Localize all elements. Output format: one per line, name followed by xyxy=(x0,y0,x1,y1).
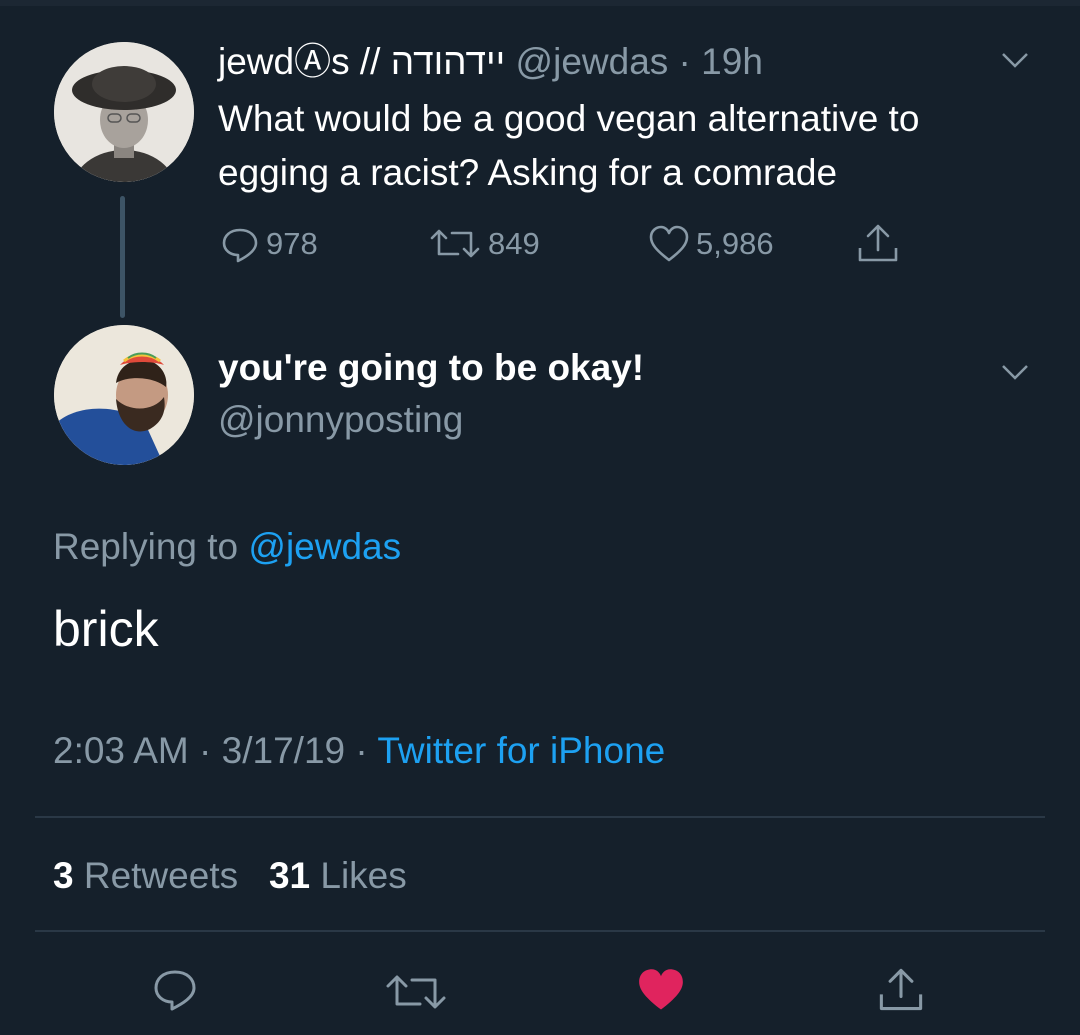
reply-icon[interactable] xyxy=(151,967,199,1013)
tweet1-like-count: 5,986 xyxy=(696,226,774,261)
tweet1-retweet-count: 849 xyxy=(488,226,540,261)
divider xyxy=(35,930,1045,932)
like-icon[interactable] xyxy=(636,967,686,1013)
reply-icon xyxy=(222,228,258,263)
retweets-stat[interactable]: 3 Retweets xyxy=(53,855,238,896)
tweet2-time: 2:03 AM xyxy=(53,730,189,771)
tweet1-retweet-action[interactable]: 849 xyxy=(428,224,540,264)
tweet1-text-line1: What would be a good vegan alternative t… xyxy=(218,98,920,139)
thread-connector-line xyxy=(120,196,125,318)
tweet1-share-action[interactable] xyxy=(856,222,906,266)
tweet1-text-line2: egging a racist? Asking for a comrade xyxy=(218,152,838,193)
share-icon xyxy=(858,224,898,262)
tweet1-reply-action[interactable]: 978 xyxy=(220,224,318,264)
avatar-jonnyposting[interactable] xyxy=(54,325,194,465)
tweet2-date: 3/17/19 xyxy=(221,730,346,771)
replying-to-line: Replying to @jewdas xyxy=(53,524,401,570)
tweet1-display-name[interactable]: jewdⒶs // יידהודה xyxy=(218,41,505,82)
like-icon xyxy=(649,225,689,262)
separator-dot: · xyxy=(188,730,222,771)
top-strip xyxy=(0,0,1080,6)
like-count: 31 xyxy=(268,855,311,896)
tweet2-handle[interactable]: @jonnyposting xyxy=(218,397,463,443)
retweet-label: Retweets xyxy=(83,855,239,896)
chevron-down-icon[interactable] xyxy=(1000,362,1030,382)
tweet2-text: brick xyxy=(53,601,159,657)
replying-prefix: Replying to xyxy=(53,526,239,567)
share-icon[interactable] xyxy=(876,966,926,1014)
separator-dot: · xyxy=(668,41,702,82)
tweet1-handle[interactable]: @jewdas xyxy=(516,41,669,82)
tweet2-source-link[interactable]: Twitter for iPhone xyxy=(377,730,665,771)
like-label: Likes xyxy=(320,855,407,896)
likes-stat[interactable]: 31 Likes xyxy=(269,855,407,896)
retweet-icon[interactable] xyxy=(384,970,448,1014)
tweet1-text: What would be a good vegan alternative t… xyxy=(218,92,1038,200)
retweet-count: 3 xyxy=(53,855,74,896)
avatar-jewdas[interactable] xyxy=(54,42,194,182)
tweet1-reply-count: 978 xyxy=(266,226,318,261)
replying-to-handle-link[interactable]: @jewdas xyxy=(248,526,401,567)
chevron-down-icon[interactable] xyxy=(1000,50,1030,70)
tweet1-header: jewdⒶs // יידהודה @jewdas · 19h xyxy=(218,40,763,84)
tweet1-like-action[interactable]: 5,986 xyxy=(648,224,774,264)
engagement-stats: 3 Retweets 31 Likes xyxy=(53,853,407,899)
tweet2-meta: 2:03 AM · 3/17/19 · Twitter for iPhone xyxy=(53,728,665,774)
tweet1-time: 19h xyxy=(701,41,763,82)
tweet2-display-name[interactable]: you're going to be okay! xyxy=(218,345,644,391)
retweet-icon xyxy=(430,229,480,258)
separator-dot: · xyxy=(345,730,378,771)
divider xyxy=(35,816,1045,818)
